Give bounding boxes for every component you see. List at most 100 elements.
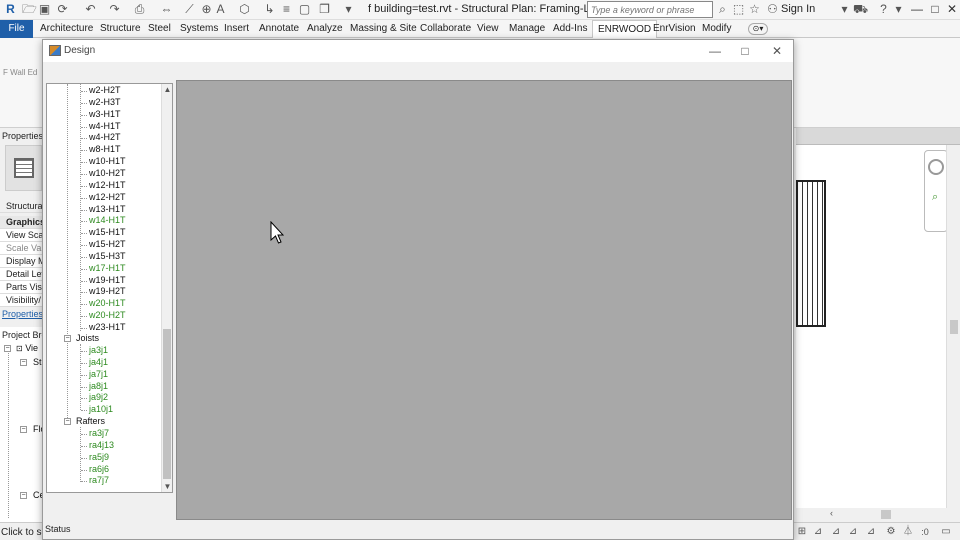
favorites-star-icon[interactable]: ☆ bbox=[748, 3, 761, 16]
collapse-icon[interactable]: − bbox=[64, 335, 71, 342]
thin-lines-icon[interactable]: ≡ bbox=[280, 3, 293, 16]
open-icon[interactable]: 🗁 bbox=[22, 3, 37, 16]
select-links-icon[interactable]: ⊿ bbox=[830, 526, 842, 538]
app-maximize-button[interactable]: □ bbox=[926, 1, 944, 17]
tree-group-joists[interactable]: Joists bbox=[76, 333, 99, 344]
tree-item-wall[interactable]: w15-H2T bbox=[89, 239, 126, 250]
tree-item-wall[interactable]: w4-H2T bbox=[89, 132, 121, 143]
tab-collaborate[interactable]: Collaborate bbox=[420, 20, 471, 38]
tree-item-joist[interactable]: ja7j1 bbox=[89, 369, 108, 380]
tree-item-joist[interactable]: ja8j1 bbox=[89, 381, 108, 392]
switch-windows-icon[interactable]: ❐ bbox=[318, 3, 331, 16]
canvas-vertical-scrollbar[interactable] bbox=[946, 145, 960, 508]
dialog-maximize-button[interactable]: □ bbox=[735, 43, 755, 59]
filter-icon[interactable]: ⏃ bbox=[902, 526, 914, 538]
tree-item-wall[interactable]: w23-H1T bbox=[89, 322, 126, 333]
tree-item-wall[interactable]: w13-H1T bbox=[89, 204, 126, 215]
revit-logo-icon[interactable]: R bbox=[4, 3, 17, 16]
select-pinned-icon[interactable]: ⊿ bbox=[865, 526, 877, 538]
tree-item-wall[interactable]: w19-H2T bbox=[89, 286, 126, 297]
tab-analyze[interactable]: Analyze bbox=[307, 20, 343, 38]
property-view-scale[interactable]: View Scal bbox=[0, 229, 44, 242]
user-icon[interactable]: ⚇ bbox=[766, 3, 779, 16]
sync-icon[interactable]: ⟳ bbox=[56, 3, 69, 16]
app-minimize-button[interactable]: — bbox=[908, 1, 926, 17]
tab-systems[interactable]: Systems bbox=[180, 20, 218, 38]
tab-modify[interactable]: Modify bbox=[702, 20, 731, 38]
subscription-icon[interactable]: ⬚ bbox=[732, 3, 745, 16]
close-hidden-icon[interactable]: ▢ bbox=[298, 3, 311, 16]
tree-item-wall[interactable]: w2-H2T bbox=[89, 85, 121, 96]
tree-scrollbar[interactable]: ▲ ▼ bbox=[161, 84, 172, 492]
tab-structure[interactable]: Structure bbox=[100, 20, 141, 38]
tree-item-wall[interactable]: w12-H1T bbox=[89, 180, 126, 191]
tree-item-rafter[interactable]: ra3j7 bbox=[89, 428, 109, 439]
design-options-icon[interactable]: ⊿ bbox=[812, 526, 824, 538]
select-underlay-icon[interactable]: ⊿ bbox=[847, 526, 859, 538]
tab-view[interactable]: View bbox=[477, 20, 499, 38]
tab-file[interactable]: File bbox=[0, 20, 33, 38]
tree-item-rafter[interactable]: ra7j7 bbox=[89, 475, 109, 486]
collapse-icon[interactable]: − bbox=[64, 418, 71, 425]
tree-item-rafter[interactable]: ra4j13 bbox=[89, 440, 114, 451]
scrollbar-thumb[interactable] bbox=[950, 320, 958, 334]
type-selector[interactable] bbox=[5, 145, 42, 191]
qat-dropdown-icon[interactable]: ▾ bbox=[342, 3, 355, 16]
tree-item-wall[interactable]: w2-H3T bbox=[89, 97, 121, 108]
property-visibility-graphics[interactable]: Visibility/ bbox=[0, 294, 44, 307]
tree-item-joist[interactable]: ja9j2 bbox=[89, 392, 108, 403]
tab-architecture[interactable]: Architecture bbox=[40, 20, 93, 38]
save-icon[interactable]: ▣ bbox=[38, 3, 51, 16]
dialog-close-button[interactable]: ✕ bbox=[767, 43, 787, 59]
tree-item-wall[interactable]: w12-H2T bbox=[89, 192, 126, 203]
tree-item-wall[interactable]: w15-H1T bbox=[89, 227, 126, 238]
tab-massing-site[interactable]: Massing & Site bbox=[350, 20, 417, 38]
design-preview-pane[interactable] bbox=[176, 80, 792, 520]
tab-add-ins[interactable]: Add-Ins bbox=[553, 20, 587, 38]
tree-group-rafters[interactable]: Rafters bbox=[76, 416, 105, 427]
measure-icon[interactable]: ⇔ bbox=[160, 3, 173, 16]
tree-item-wall[interactable]: w15-H3T bbox=[89, 251, 126, 262]
steering-wheel-icon[interactable] bbox=[928, 159, 944, 175]
scroll-left-icon[interactable]: ‹ bbox=[830, 508, 833, 518]
binoculars-icon[interactable]: ⌕ bbox=[716, 3, 729, 16]
tree-item-wall[interactable]: w19-H1T bbox=[89, 275, 126, 286]
print-icon[interactable]: ⎙ bbox=[133, 3, 146, 16]
tree-item-wall[interactable]: w3-H1T bbox=[89, 109, 121, 120]
properties-help-link[interactable]: Properties bbox=[2, 309, 43, 319]
dialog-minimize-button[interactable]: — bbox=[705, 43, 725, 59]
3d-view-icon[interactable]: ⬡ bbox=[238, 3, 251, 16]
expand-icon[interactable]: − bbox=[20, 426, 27, 433]
tree-item-wall[interactable]: w10-H2T bbox=[89, 168, 126, 179]
expand-icon[interactable]: − bbox=[20, 359, 27, 366]
tree-item-wall[interactable]: w4-H1T bbox=[89, 121, 121, 132]
type-selector-label[interactable]: Structural bbox=[0, 200, 44, 213]
tree-item-wall[interactable]: w20-H1T bbox=[89, 298, 126, 309]
zoom-icon[interactable]: ⌕ bbox=[932, 191, 942, 203]
redo-icon[interactable]: ↷ bbox=[108, 3, 121, 16]
tag-icon[interactable]: ⊕ bbox=[200, 3, 213, 16]
select-by-face-icon[interactable]: ⚙ bbox=[885, 526, 897, 538]
signin-dropdown-icon[interactable]: ▾ bbox=[838, 3, 851, 16]
scroll-up-icon[interactable]: ▲ bbox=[162, 84, 172, 95]
scrollbar-thumb[interactable] bbox=[881, 510, 891, 519]
worksets-icon[interactable]: ⊞ bbox=[796, 526, 808, 538]
property-parts-visibility[interactable]: Parts Visi bbox=[0, 281, 44, 294]
framing-plan-drawing[interactable] bbox=[796, 180, 826, 327]
property-display-model[interactable]: Display M bbox=[0, 255, 44, 268]
status-bar-end-icon[interactable]: ▭ bbox=[940, 526, 952, 538]
dimension-icon[interactable]: ⟋ bbox=[183, 3, 196, 16]
tree-item-wall[interactable]: w8-H1T bbox=[89, 144, 121, 155]
property-detail-level[interactable]: Detail Lev bbox=[0, 268, 44, 281]
tree-item-joist[interactable]: ja4j1 bbox=[89, 357, 108, 368]
tree-item-wall[interactable]: w10-H1T bbox=[89, 156, 126, 167]
tree-item-wall[interactable]: w20-H2T bbox=[89, 310, 126, 321]
help-dropdown-icon[interactable]: ▾ bbox=[892, 3, 905, 16]
expand-icon[interactable]: − bbox=[20, 492, 27, 499]
cart-icon[interactable]: ⛟ bbox=[853, 3, 868, 16]
tab-enrvision[interactable]: EnrVision bbox=[653, 20, 696, 38]
undo-icon[interactable]: ↶ bbox=[84, 3, 97, 16]
scrollbar-thumb[interactable] bbox=[163, 329, 171, 479]
signin-button[interactable]: Sign In bbox=[781, 3, 815, 15]
properties-group-graphics[interactable]: Graphics bbox=[0, 216, 44, 229]
